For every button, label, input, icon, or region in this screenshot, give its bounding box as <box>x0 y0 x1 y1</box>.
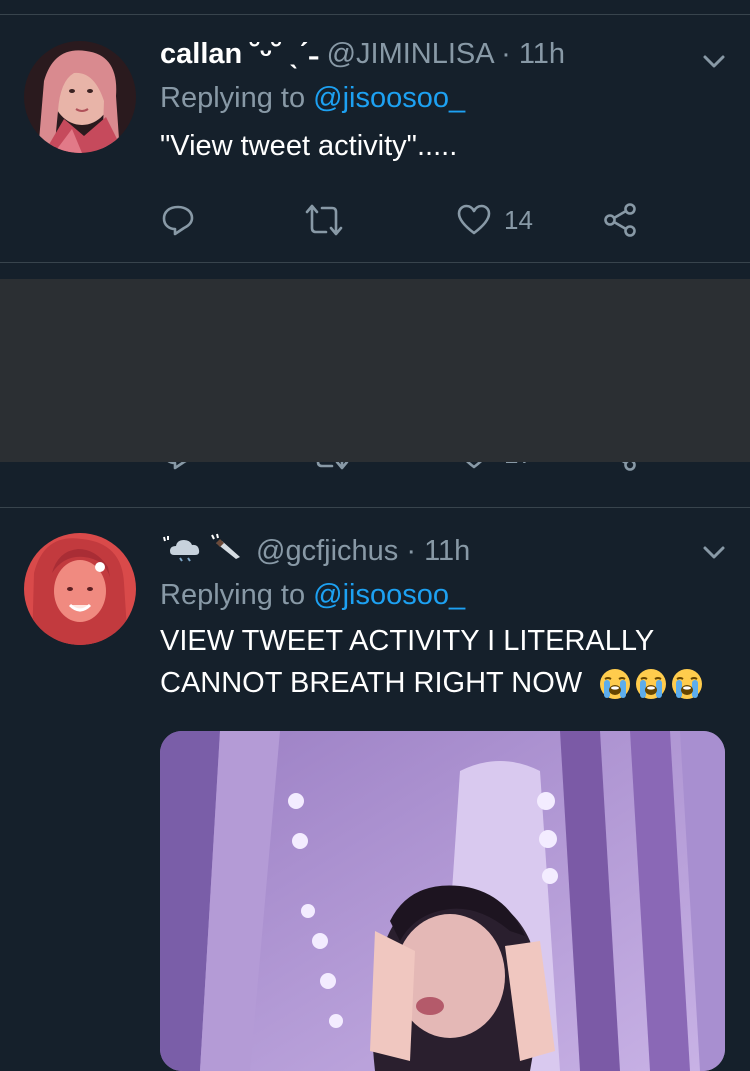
chevron-down-icon[interactable] <box>700 48 728 76</box>
action-bar: 14 <box>160 198 660 242</box>
replying-handle-link[interactable]: @jisoosoo_ <box>313 579 465 611</box>
separator-dot: · <box>406 535 417 568</box>
loudly-crying-face-icon <box>600 669 631 700</box>
like-button[interactable]: 14 <box>456 198 533 242</box>
replying-to: Replying to @jisoosoo_ <box>160 575 465 615</box>
heart-icon <box>457 204 491 235</box>
tweet-text: "View tweet activity"..... <box>160 130 458 162</box>
display-name-icons <box>160 531 250 574</box>
separator-dot: · <box>501 38 511 70</box>
timestamp[interactable]: 11h <box>424 535 470 567</box>
timestamp[interactable]: 11h <box>519 38 565 70</box>
crying-emojis <box>598 667 704 701</box>
tweet-header: callan ˘ᵕ˘ ˎˊ˗ @JIMINLISA · 11h <box>160 34 565 74</box>
avatar[interactable] <box>24 533 136 645</box>
share-button[interactable] <box>602 198 638 242</box>
tweet-header: @gcfjichus · 11h <box>160 531 470 574</box>
loudly-crying-face-icon <box>672 669 703 700</box>
replying-to: Replying to @jisoosoo_ <box>160 78 465 118</box>
user-handle[interactable]: @JIMINLISA <box>327 38 493 70</box>
replying-prefix: Replying to <box>160 82 314 114</box>
tweet-text-line1: VIEW TWEET ACTIVITY I LITERALLY <box>160 625 655 657</box>
display-name-decoration: ˘ᵕ˘ ˎˊ˗ <box>242 38 327 70</box>
reply-button[interactable] <box>160 198 208 242</box>
replying-prefix: Replying to <box>160 579 314 611</box>
replying-handle-link[interactable]: @jisoosoo_ <box>313 82 465 114</box>
user-handle[interactable]: @gcfjichus <box>256 535 398 567</box>
cloud-knife-icon <box>163 533 240 562</box>
display-name[interactable]: callan <box>160 38 242 70</box>
retweet-icon <box>305 204 343 236</box>
retweet-button[interactable] <box>304 198 356 242</box>
video-thumbnail[interactable] <box>160 731 725 1071</box>
tweet-callan[interactable]: callan ˘ᵕ˘ ˎˊ˗ @JIMINLISA · 11h Replying… <box>0 14 750 262</box>
avatar[interactable] <box>24 41 136 153</box>
loudly-crying-face-icon <box>636 669 667 700</box>
tweet-text-line2-wrap: CANNOT BREATH RIGHT NOW <box>160 662 730 704</box>
redaction-overlay <box>0 279 750 462</box>
share-icon <box>604 203 636 237</box>
tweet-text: VIEW TWEET ACTIVITY I LITERALLY CANNOT B… <box>160 620 730 704</box>
like-count: 14 <box>504 204 533 235</box>
reply-icon <box>162 205 194 236</box>
tweet-text-line2: CANNOT BREATH RIGHT NOW <box>160 667 583 699</box>
chevron-down-icon[interactable] <box>700 539 728 567</box>
